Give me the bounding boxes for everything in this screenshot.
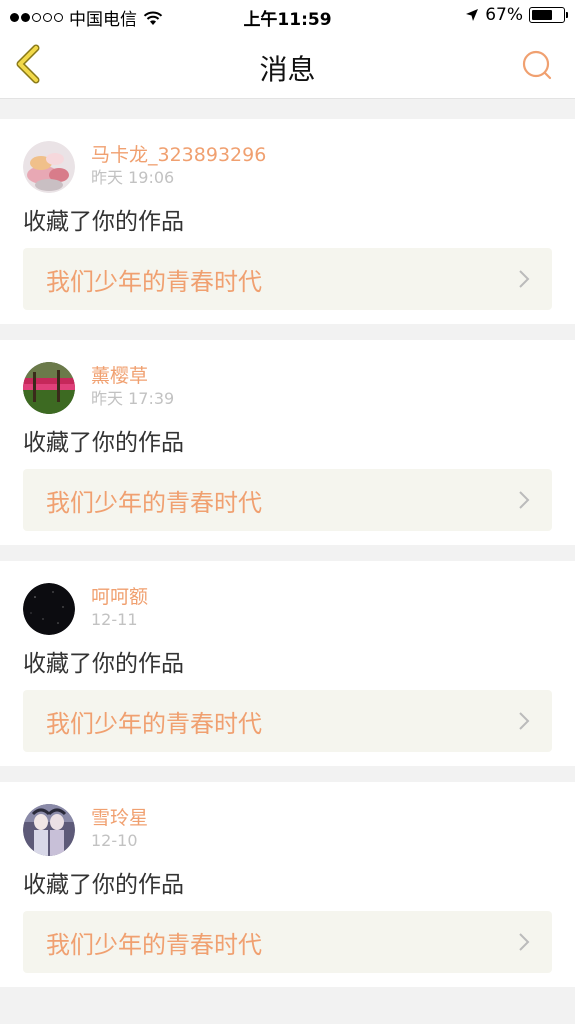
message-meta: 马卡龙_323893296 昨天 19:06 — [91, 143, 266, 189]
user-avatar[interactable] — [23, 141, 75, 193]
timestamp: 昨天 19:06 — [91, 168, 175, 187]
work-title: 我们少年的青春时代 — [46, 930, 262, 959]
timestamp: 12-10 — [91, 831, 138, 850]
location-arrow-icon — [466, 9, 479, 21]
username[interactable]: 呵呵额 — [91, 585, 148, 609]
timestamp: 12-11 — [91, 610, 138, 629]
message-list: 马卡龙_323893296 昨天 19:06 收藏了你的作品 我们少年的青春时代 — [0, 99, 575, 987]
work-title: 我们少年的青春时代 — [46, 267, 262, 296]
action-text: 收藏了你的作品 — [23, 872, 184, 898]
work-title: 我们少年的青春时代 — [46, 709, 262, 738]
work-link[interactable]: 我们少年的青春时代 — [23, 911, 552, 973]
page-title: 消息 — [259, 53, 316, 86]
action-text: 收藏了你的作品 — [23, 430, 184, 456]
timestamp: 昨天 17:39 — [91, 389, 175, 408]
message-card: 雪玲星 12-10 收藏了你的作品 我们少年的青春时代 — [0, 782, 575, 987]
message-header: 薰樱草 昨天 17:39 — [23, 362, 552, 414]
work-link[interactable]: 我们少年的青春时代 — [23, 248, 552, 310]
work-title: 我们少年的青春时代 — [46, 488, 262, 517]
message-card: 马卡龙_323893296 昨天 19:06 收藏了你的作品 我们少年的青春时代 — [0, 119, 575, 324]
message-meta: 雪玲星 12-10 — [91, 806, 148, 852]
username[interactable]: 薰樱草 — [91, 364, 174, 388]
status-bar: 中国电信 上午11:59 67% — [0, 0, 575, 32]
message-header: 呵呵额 12-11 — [23, 583, 552, 635]
battery-percent: 67% — [485, 5, 523, 25]
user-avatar[interactable] — [23, 362, 75, 414]
message-meta: 薰樱草 昨天 17:39 — [91, 364, 174, 410]
chevron-right-icon — [519, 933, 530, 951]
username[interactable]: 雪玲星 — [91, 806, 148, 830]
chevron-right-icon — [519, 712, 530, 730]
message-header: 马卡龙_323893296 昨天 19:06 — [23, 141, 552, 193]
message-meta: 呵呵额 12-11 — [91, 585, 148, 631]
message-card: 呵呵额 12-11 收藏了你的作品 我们少年的青春时代 — [0, 561, 575, 766]
user-avatar[interactable] — [23, 583, 75, 635]
battery-fill — [532, 10, 553, 20]
work-link[interactable]: 我们少年的青春时代 — [23, 690, 552, 752]
user-avatar[interactable] — [23, 804, 75, 856]
chevron-right-icon — [519, 491, 530, 509]
status-right: 67% — [465, 5, 568, 25]
nav-bar: 消息 — [0, 32, 575, 99]
chevron-right-icon — [519, 270, 530, 288]
work-link[interactable]: 我们少年的青春时代 — [23, 469, 552, 531]
username[interactable]: 马卡龙_323893296 — [91, 143, 266, 167]
action-text: 收藏了你的作品 — [23, 209, 184, 235]
message-card: 薰樱草 昨天 17:39 收藏了你的作品 我们少年的青春时代 — [0, 340, 575, 545]
message-header: 雪玲星 12-10 — [23, 804, 552, 856]
battery-icon — [529, 7, 568, 23]
action-text: 收藏了你的作品 — [23, 651, 184, 677]
search-icon[interactable] — [521, 49, 553, 81]
